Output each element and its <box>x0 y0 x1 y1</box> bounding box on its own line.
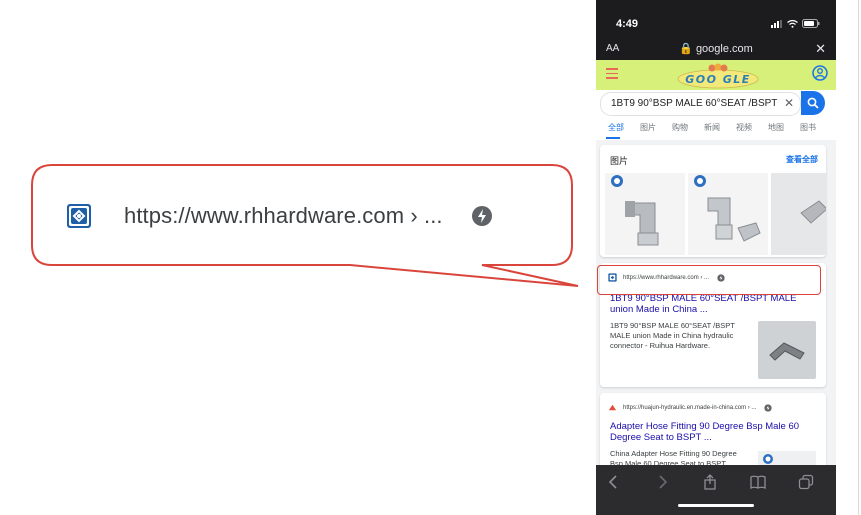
made-in-china-favicon-icon <box>608 404 617 411</box>
see-all-images-link[interactable]: 查看全部 <box>786 154 818 165</box>
signal-icon <box>771 19 782 28</box>
tab-news[interactable]: 新闻 <box>704 122 720 133</box>
address-domain[interactable]: 🔒 google.com <box>596 42 836 55</box>
search-input[interactable]: 1BT9 90°BSP MALE 60°SEAT /BSPT MAL ✕ <box>600 92 801 116</box>
result-snippet: 1BT9 90°BSP MALE 60°SEAT /BSPT MALE unio… <box>610 321 735 350</box>
search-row: 1BT9 90°BSP MALE 60°SEAT /BSPT MAL ✕ <box>596 90 836 116</box>
elbow-fitting-image <box>611 175 659 246</box>
share-icon[interactable] <box>702 474 718 490</box>
status-bar: 4:49 <box>596 0 836 36</box>
amp-lightning-icon <box>471 206 492 226</box>
close-tab-button[interactable]: ✕ <box>815 41 826 57</box>
images-card: 图片 查看全部 <box>600 145 826 257</box>
tab-all[interactable]: 全部 <box>608 122 624 133</box>
back-icon[interactable] <box>606 474 622 490</box>
result-title[interactable]: 1BT9 90°BSP MALE 60°SEAT /BSPT MALE unio… <box>610 293 820 315</box>
forward-icon[interactable] <box>654 474 670 490</box>
phone-screenshot: 4:49 AA 🔒 google.com ✕ GOO GLE 1BT9 90°B… <box>596 0 836 515</box>
images-card-title: 图片 <box>610 156 629 166</box>
account-icon[interactable] <box>812 65 828 81</box>
search-button[interactable] <box>801 91 825 115</box>
google-doodle-logo[interactable]: GOO GLE <box>672 63 764 89</box>
result-url-row[interactable]: https://huajun-hydraulic.en.made-in-chin… <box>608 403 773 412</box>
clear-search-button[interactable]: ✕ <box>784 96 794 110</box>
safari-toolbar <box>596 465 836 515</box>
status-icons <box>771 19 820 28</box>
tab-maps[interactable]: 地图 <box>768 122 784 133</box>
amp-lightning-icon <box>764 403 773 412</box>
elbow-fitting-image <box>769 342 805 361</box>
elbow-fitting-image <box>800 200 826 224</box>
status-time: 4:49 <box>616 18 639 30</box>
doodle-text: GOO GLE <box>685 73 751 86</box>
rhhardware-favicon-icon <box>67 204 91 228</box>
home-indicator <box>678 504 754 507</box>
battery-icon <box>802 19 820 28</box>
menu-icon[interactable] <box>606 68 618 82</box>
active-tab-indicator <box>606 137 620 139</box>
tab-images[interactable]: 图片 <box>640 122 656 133</box>
result-url-highlight <box>597 265 821 295</box>
wifi-icon <box>787 19 798 28</box>
search-result[interactable]: https://huajun-hydraulic.en.made-in-chin… <box>600 393 826 471</box>
tab-shopping[interactable]: 购物 <box>672 122 688 133</box>
tab-videos[interactable]: 视频 <box>736 122 752 133</box>
image-thumbnail[interactable] <box>605 173 685 255</box>
search-icon <box>807 97 819 109</box>
safari-address-bar[interactable]: AA 🔒 google.com ✕ <box>596 38 836 60</box>
search-query-text: 1BT9 90°BSP MALE 60°SEAT /BSPT MAL <box>611 98 779 109</box>
elbow-fitting-image <box>694 175 761 242</box>
google-header: GOO GLE <box>596 60 836 90</box>
result-thumbnail[interactable] <box>758 321 816 379</box>
zoomed-url-text[interactable]: https://www.rhhardware.com › ... <box>124 203 443 229</box>
tab-books[interactable]: 图书 <box>800 122 816 133</box>
result-url: https://huajun-hydraulic.en.made-in-chin… <box>623 404 757 411</box>
image-thumbnail[interactable] <box>771 173 826 255</box>
tabs-icon[interactable] <box>798 474 814 490</box>
lock-icon: 🔒 <box>679 43 693 55</box>
image-thumbnail[interactable] <box>688 173 768 255</box>
bookmarks-icon[interactable] <box>750 474 766 490</box>
zoomed-result-url: https://www.rhhardware.com › ... <box>62 196 493 236</box>
result-title[interactable]: Adapter Hose Fitting 90 Degree Bsp Male … <box>610 421 820 443</box>
page-edge-divider <box>858 0 859 515</box>
address-domain-text: google.com <box>695 43 753 55</box>
search-tabs: 全部 图片 购物 新闻 视频 地图 图书 <box>596 116 836 141</box>
